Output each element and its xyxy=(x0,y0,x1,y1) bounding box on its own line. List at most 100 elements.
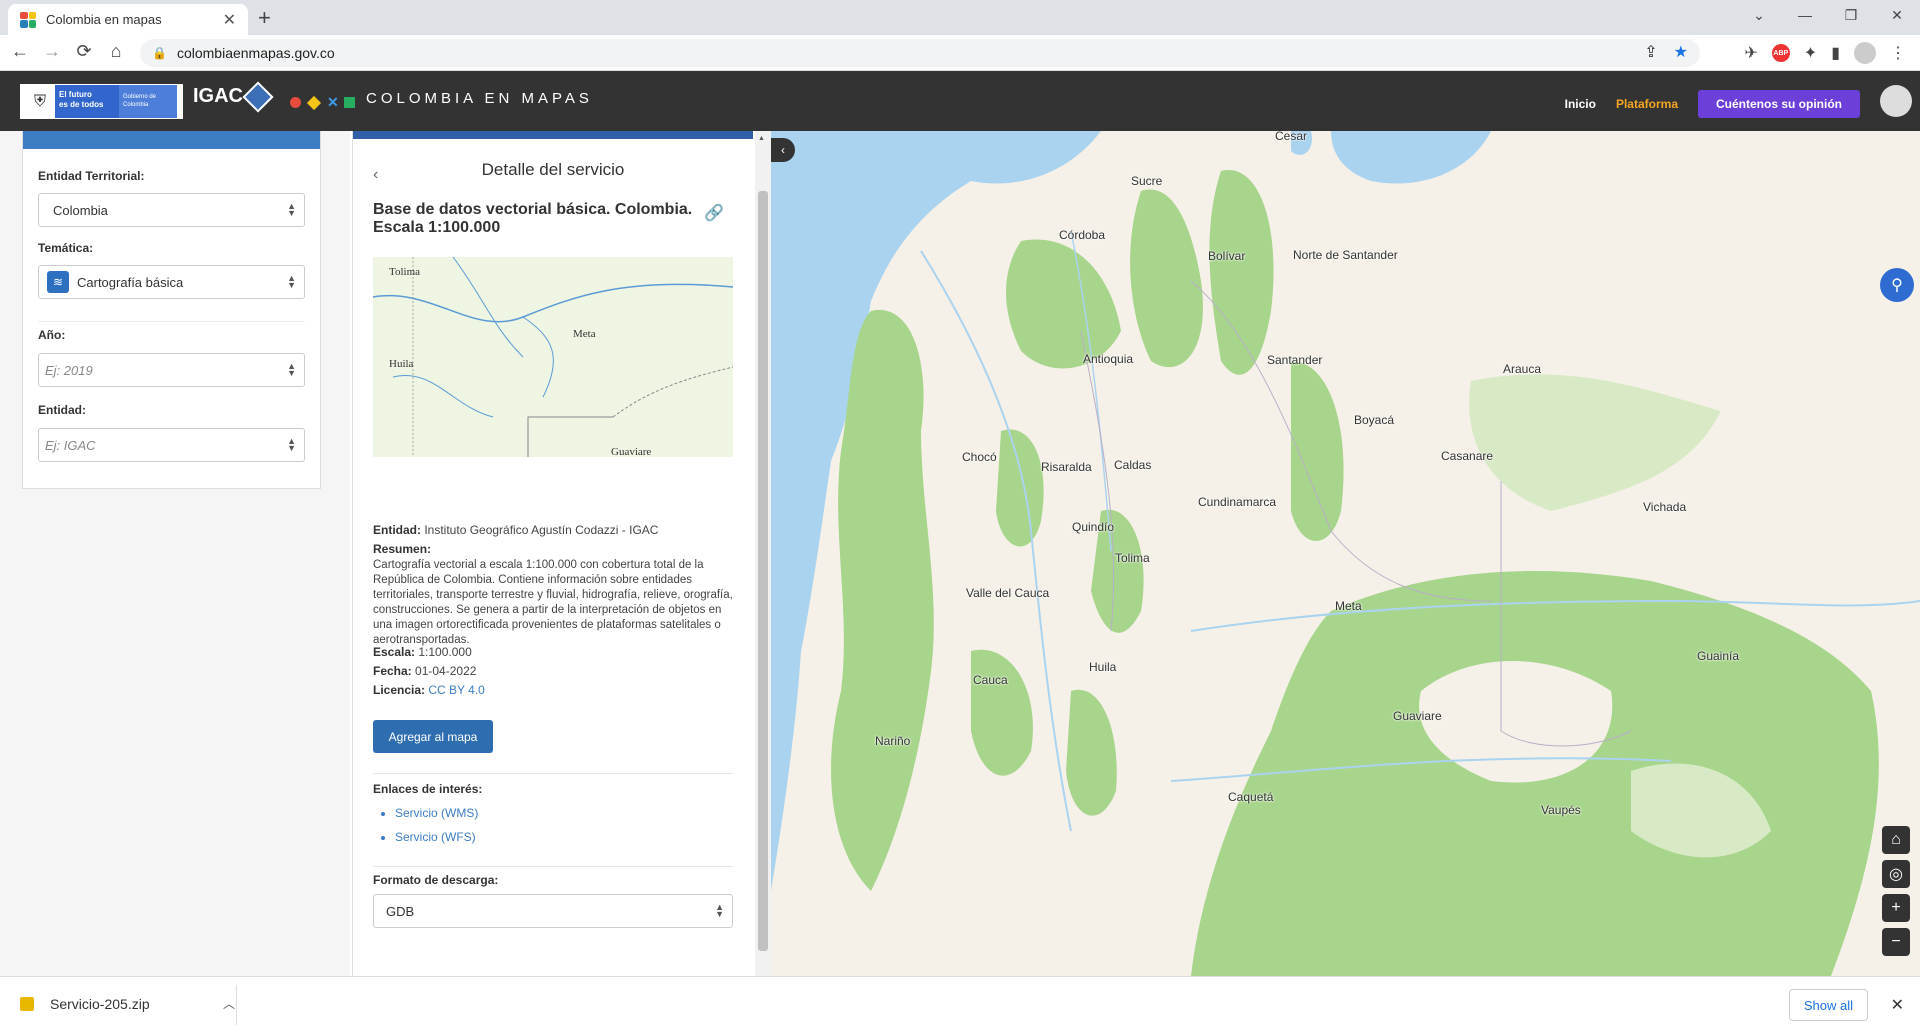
select-arrows-icon: ▲ ▼ xyxy=(287,436,296,453)
site-title[interactable]: COLOMBIA EN MAPAS xyxy=(366,90,593,107)
select-arrows-icon: ▲ ▼ xyxy=(287,273,296,290)
url-text: colombiaenmapas.gov.co xyxy=(176,45,335,61)
anio-select[interactable]: Ej: 2019 ▲ ▼ xyxy=(38,353,305,387)
locate-button[interactable]: ◎ xyxy=(1882,860,1910,888)
sidepanel-icon[interactable]: ▮ xyxy=(1831,43,1840,63)
filter-panel: Entidad Territorial: Colombia ▲ ▼ Temátic… xyxy=(0,131,350,976)
minimize-button[interactable]: — xyxy=(1782,0,1828,30)
nav-plataforma[interactable]: Plataforma xyxy=(1616,97,1678,111)
tab-close-icon[interactable]: ✕ xyxy=(223,10,236,30)
tools-icon[interactable]: ⚲ xyxy=(1880,268,1914,302)
map-label: Caldas xyxy=(1114,458,1152,472)
service-name: Base de datos vectorial básica. Colombia… xyxy=(373,201,693,236)
map-label: Córdoba xyxy=(1059,228,1106,242)
close-icon[interactable]: ✕ xyxy=(1891,995,1904,1015)
entidad-territorial-label: Entidad Territorial: xyxy=(38,169,145,183)
puzzle-icon[interactable]: ✦ xyxy=(1804,43,1817,63)
format-select[interactable]: GDB ▲ ▼ xyxy=(373,894,733,928)
resumen-label: Resumen: xyxy=(373,542,432,556)
gov-sub: Gobierno de Colombia xyxy=(119,85,177,118)
show-all-button[interactable]: Show all xyxy=(1788,989,1868,1021)
forward-button[interactable]: → xyxy=(40,41,64,62)
map-label: Valle del Cauca xyxy=(966,586,1050,600)
map-label: Nariño xyxy=(875,734,911,748)
zoom-in-button[interactable]: + xyxy=(1882,894,1910,922)
detail-top-bar xyxy=(353,131,753,139)
divider xyxy=(373,866,733,867)
wfs-link[interactable]: Servicio (WFS) xyxy=(395,825,478,849)
back-button[interactable]: ← xyxy=(8,41,32,62)
bookmark-star-icon[interactable]: ★ xyxy=(1674,42,1688,62)
map-label: Norte de Santander xyxy=(1293,248,1398,262)
back-chevron-icon[interactable]: ‹ xyxy=(373,166,378,184)
share-icon[interactable]: ⇪ xyxy=(1644,42,1657,62)
igac-logo[interactable]: IGAC xyxy=(193,80,274,113)
browser-tab[interactable]: Colombia en mapas ✕ xyxy=(8,4,248,35)
profile-avatar[interactable] xyxy=(1854,42,1876,64)
select-arrows-icon: ▲ ▼ xyxy=(287,361,296,378)
detail-scrollbar[interactable]: ▲ xyxy=(755,131,771,976)
zip-file-icon xyxy=(20,996,34,1011)
thumb-label: Huila xyxy=(389,358,414,370)
map-label: Cauca xyxy=(973,673,1008,687)
entidad-row: Entidad: Instituto Geográfico Agustín Co… xyxy=(373,523,659,537)
restore-button[interactable]: ❐ xyxy=(1828,0,1874,30)
select-arrows-icon: ▲ ▼ xyxy=(287,201,296,218)
thumb-label: Meta xyxy=(573,328,596,340)
url-input[interactable]: 🔒 colombiaenmapas.gov.co ⇪ ★ xyxy=(140,39,1700,67)
extension-icon[interactable]: ✈ xyxy=(1744,43,1757,63)
opinion-button[interactable]: Cuéntenos su opinión xyxy=(1698,90,1860,118)
wms-link[interactable]: Servicio (WMS) xyxy=(395,801,478,825)
map-canvas[interactable]: Cesar Sucre Córdoba Bolívar Norte de San… xyxy=(771,131,1920,976)
entidad-label: Entidad: xyxy=(38,403,86,417)
map-label: Meta xyxy=(1335,599,1362,613)
licencia-row: Licencia: CC BY 4.0 xyxy=(373,683,485,697)
tab-search-icon[interactable]: ⌄ xyxy=(1736,0,1782,30)
reload-button[interactable]: ⟳ xyxy=(72,41,96,62)
map-label: Arauca xyxy=(1503,362,1542,376)
scroll-up-icon[interactable]: ▲ xyxy=(758,135,765,142)
map-label: Risaralda xyxy=(1041,460,1092,474)
filter-card-header xyxy=(23,131,320,149)
tab-title: Colombia en mapas xyxy=(46,12,162,27)
window-controls: ⌄ — ❐ ✕ xyxy=(1736,0,1920,30)
menu-kebab-icon[interactable]: ⋮ xyxy=(1890,43,1906,63)
map-label: Caquetá xyxy=(1228,790,1274,804)
entidad-territorial-select[interactable]: Colombia ▲ ▼ xyxy=(38,193,305,227)
nav-inicio[interactable]: Inicio xyxy=(1565,97,1596,111)
map-label: Tolima xyxy=(1115,551,1150,565)
map-label: Vichada xyxy=(1643,500,1687,514)
link-icon[interactable]: 🔗 xyxy=(704,203,724,223)
download-item[interactable]: Servicio-205.zip ︿ xyxy=(20,995,235,1012)
igac-diamond-icon xyxy=(242,80,274,113)
license-link[interactable]: CC BY 4.0 xyxy=(428,683,484,697)
entidad-select[interactable]: Ej: IGAC ▲ ▼ xyxy=(38,428,305,462)
crest-icon: ⛨ xyxy=(33,92,46,110)
layers-icon: ≋ xyxy=(47,271,69,293)
links-list: Servicio (WMS) Servicio (WFS) xyxy=(395,801,478,849)
map-label: Sucre xyxy=(1131,174,1163,188)
chevron-up-icon[interactable]: ︿ xyxy=(223,995,235,1012)
tematica-select[interactable]: ≋ Cartografía básica ▲ ▼ xyxy=(38,265,305,299)
tematica-label: Temática: xyxy=(38,241,94,255)
lock-icon: 🔒 xyxy=(152,46,167,60)
map-controls: ⌂ ◎ + − xyxy=(1882,826,1910,956)
adblock-icon[interactable]: ABP xyxy=(1771,44,1790,62)
collapse-panel-button[interactable]: ‹ xyxy=(771,138,795,162)
map-label: Boyacá xyxy=(1354,413,1395,427)
map-label: Casanare xyxy=(1441,449,1494,463)
home-button[interactable]: ⌂ xyxy=(104,41,128,62)
new-tab-button[interactable]: + xyxy=(258,5,271,31)
close-window-button[interactable]: ✕ xyxy=(1874,0,1920,30)
gov-logo[interactable]: ⛨ El futuro es de todos Gobierno de Colo… xyxy=(20,84,183,119)
format-label: Formato de descarga: xyxy=(373,873,499,887)
scrollbar-thumb[interactable] xyxy=(758,191,768,951)
divider xyxy=(373,773,733,774)
gov-slogan: El futuro es de todos xyxy=(55,85,119,118)
home-view-button[interactable]: ⌂ xyxy=(1882,826,1910,854)
thumb-label: Guaviare xyxy=(611,446,651,457)
zoom-out-button[interactable]: − xyxy=(1882,928,1910,956)
user-avatar[interactable] xyxy=(1880,85,1912,117)
add-to-map-button[interactable]: Agregar al mapa xyxy=(373,720,493,753)
map-label: Guainía xyxy=(1697,649,1740,663)
